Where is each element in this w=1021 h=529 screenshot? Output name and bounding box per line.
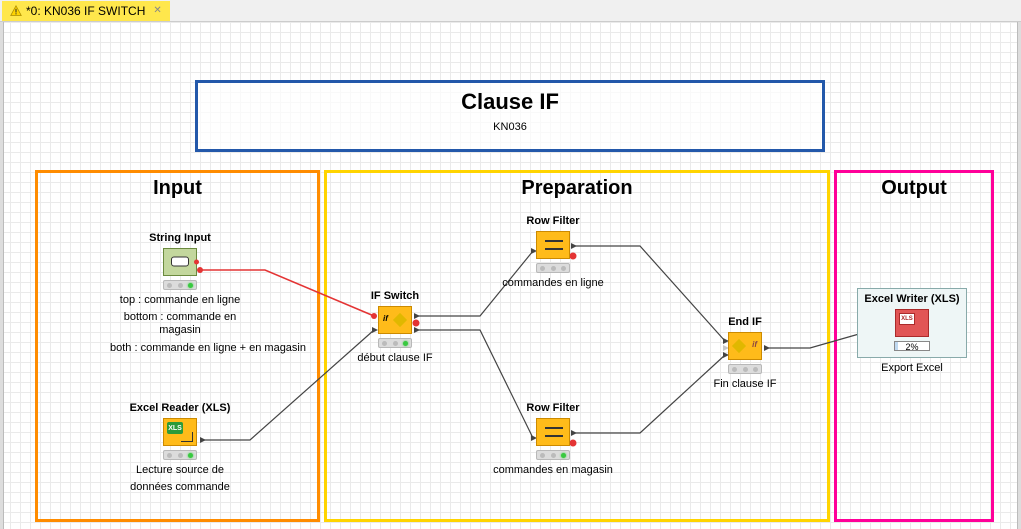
traffic-light bbox=[163, 450, 197, 460]
node-title: Row Filter bbox=[483, 402, 623, 414]
node-excel-writer[interactable]: Excel Writer (XLS) XLS 2% Export Excel bbox=[837, 288, 987, 375]
annotation-title[interactable]: Clause IF KN036 bbox=[195, 80, 825, 152]
node-row-filter-bottom[interactable]: Row Filter commandes en magasin bbox=[483, 402, 623, 477]
traffic-light bbox=[536, 263, 570, 273]
progress-bar: 2% bbox=[894, 341, 930, 351]
node-title: IF Switch bbox=[325, 290, 465, 302]
scrollbar-vertical[interactable] bbox=[1017, 22, 1021, 529]
traffic-light bbox=[378, 338, 412, 348]
node-caption: commandes en magasin bbox=[483, 464, 623, 477]
node-title: Row Filter bbox=[483, 215, 623, 227]
end-if-icon: if bbox=[728, 332, 762, 360]
node-title: End IF bbox=[675, 316, 815, 328]
warning-icon bbox=[10, 5, 22, 17]
node-end-if[interactable]: End IF if Fin clause IF bbox=[675, 316, 815, 391]
if-label: if bbox=[752, 340, 757, 349]
node-caption: Export Excel bbox=[837, 362, 987, 375]
node-caption: Fin clause IF bbox=[675, 378, 815, 391]
node-title: Excel Writer (XLS) bbox=[864, 293, 959, 305]
zone-title-prep: Preparation bbox=[327, 177, 827, 200]
traffic-light bbox=[163, 280, 197, 290]
if-label: if bbox=[383, 314, 388, 323]
string-input-icon bbox=[163, 248, 197, 276]
traffic-light bbox=[536, 450, 570, 460]
excel-reader-icon: XLS bbox=[163, 418, 197, 446]
workflow-tab[interactable]: *0: KN036 IF SWITCH ✕ bbox=[2, 1, 170, 21]
node-caption-2: données commande bbox=[110, 481, 250, 494]
row-filter-icon bbox=[536, 231, 570, 259]
node-if-switch[interactable]: IF Switch if début clause IF bbox=[325, 290, 465, 365]
excel-writer-icon: XLS bbox=[895, 309, 929, 337]
node-caption-1: top : commande en ligne bbox=[110, 294, 250, 307]
node-string-input[interactable]: String Input top : commande en ligne bot… bbox=[110, 232, 250, 355]
node-row-filter-top[interactable]: Row Filter commandes en ligne bbox=[483, 215, 623, 290]
if-switch-icon: if bbox=[378, 306, 412, 334]
workflow-canvas[interactable]: Clause IF KN036 Input Preparation Output bbox=[0, 22, 1021, 529]
node-caption: début clause IF bbox=[325, 352, 465, 365]
zone-title-input: Input bbox=[38, 177, 317, 200]
progress-text: 2% bbox=[895, 342, 929, 352]
node-caption-2: bottom : commande en magasin bbox=[110, 311, 250, 337]
node-excel-reader[interactable]: Excel Reader (XLS) XLS Lecture source de… bbox=[110, 402, 250, 494]
ruler-vertical bbox=[0, 22, 4, 529]
node-caption-3: both : commande en ligne + en magasin bbox=[110, 342, 250, 355]
traffic-light bbox=[728, 364, 762, 374]
node-caption: commandes en ligne bbox=[483, 277, 623, 290]
workflow-subtitle: KN036 bbox=[198, 121, 822, 133]
node-title: String Input bbox=[110, 232, 250, 244]
tab-bar: *0: KN036 IF SWITCH ✕ bbox=[0, 0, 1021, 22]
close-icon[interactable]: ✕ bbox=[153, 5, 161, 16]
node-title: Excel Reader (XLS) bbox=[110, 402, 250, 414]
workflow-title: Clause IF bbox=[198, 89, 822, 115]
tab-label: *0: KN036 IF SWITCH bbox=[26, 4, 145, 18]
row-filter-icon bbox=[536, 418, 570, 446]
xls-badge: XLS bbox=[899, 313, 915, 325]
node-caption-1: Lecture source de bbox=[110, 464, 250, 477]
zone-title-output: Output bbox=[837, 177, 991, 200]
